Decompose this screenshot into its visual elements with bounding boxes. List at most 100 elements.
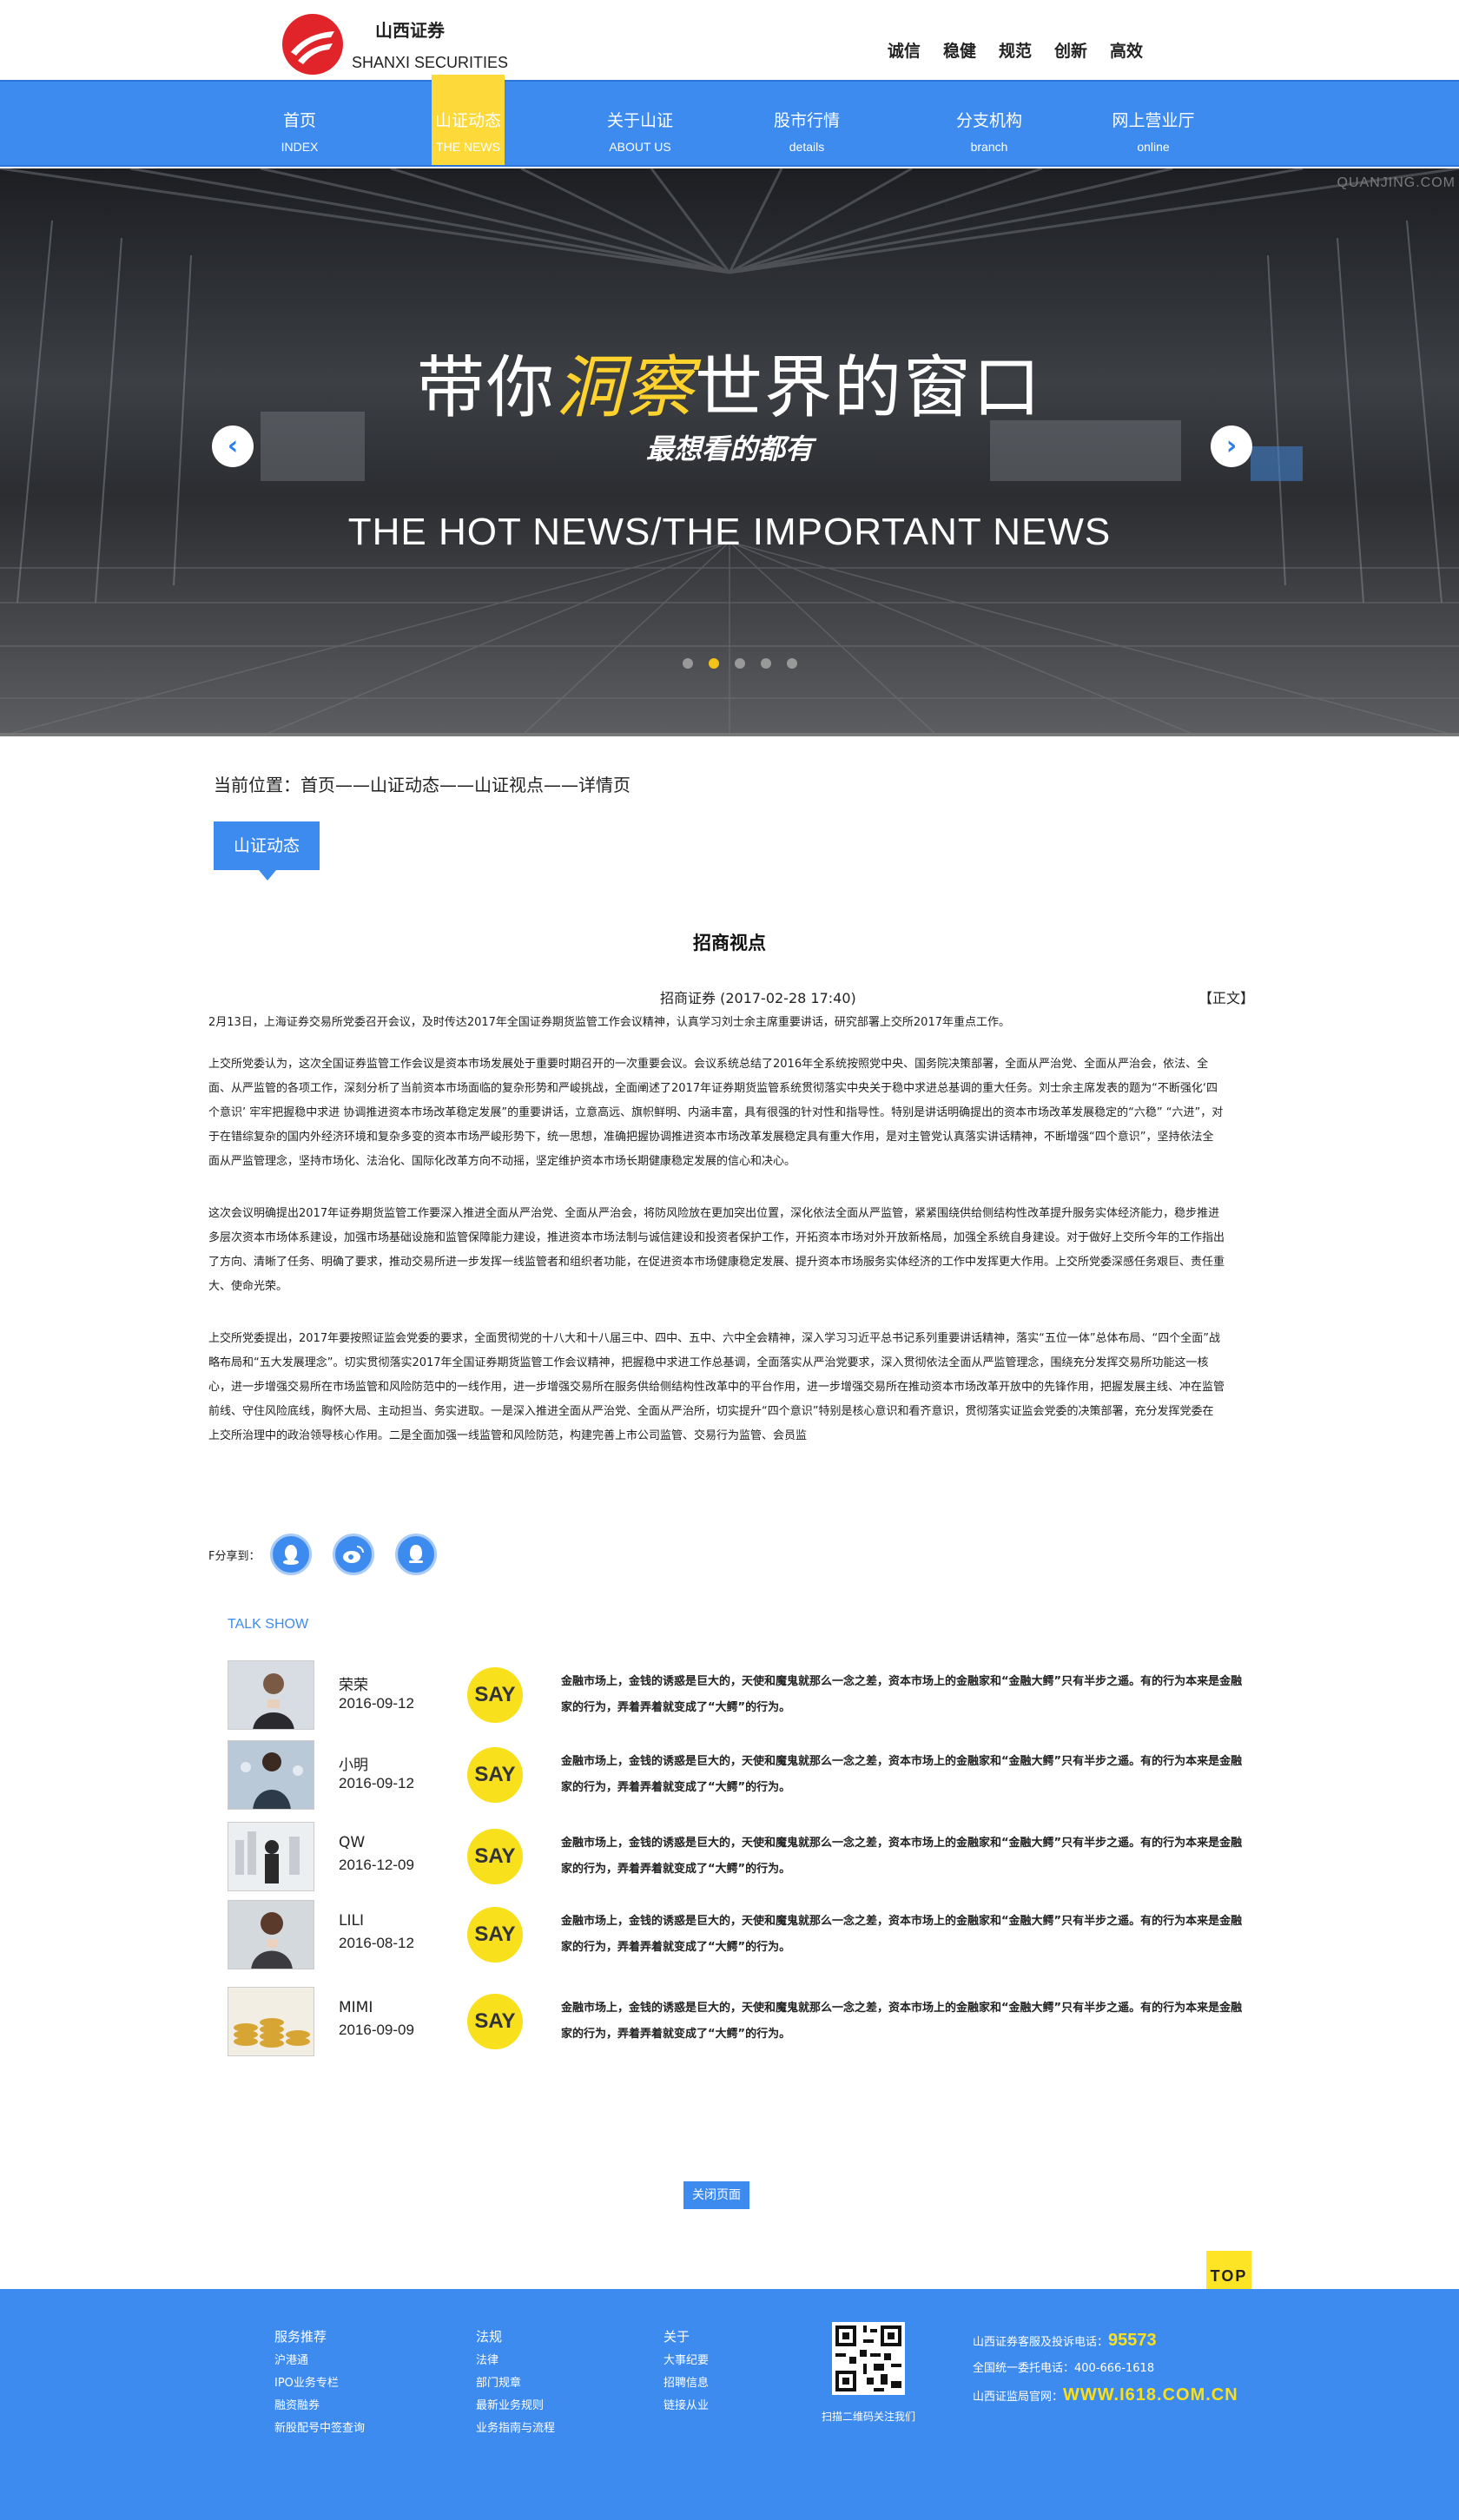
nav-item-index[interactable]: 首页 INDEX (263, 82, 336, 165)
logo-mark-icon (282, 14, 343, 75)
breadcrumb[interactable]: 当前位置：首页——山证动态——山证视点——详情页 (214, 771, 630, 796)
slogan: 规范 (998, 42, 1032, 61)
nav-item-news[interactable]: 山证动态 THE NEWS (432, 75, 505, 165)
share-bar: F分享到： (208, 1534, 458, 1575)
slogan: 稳健 (942, 42, 976, 61)
article-paragraph: 这次会议明确提出2017年证券期货监管工作要深入推进全面从严治党、全面从严治会，… (208, 1207, 1225, 1293)
banner-dot-active[interactable] (709, 658, 719, 669)
footer-col-about: 关于 大事纪要 招聘信息 链接从业 (663, 2324, 709, 2418)
talk-text: 金融市场上，金钱的诱惑是巨大的，天使和魔鬼就那么一念之差，资本市场上的金融家和“… (561, 1755, 1243, 1794)
nav-label-cn: 股市行情 (773, 111, 840, 130)
footer-link[interactable]: 融资融券 (274, 2395, 365, 2418)
avatar (228, 1822, 314, 1891)
section-tab-news[interactable]: 山证动态 (214, 821, 320, 881)
talk-name: 小明 (339, 1757, 368, 1774)
footer-link[interactable]: 最新业务规则 (476, 2395, 555, 2418)
talk-date: 2016-09-12 (339, 1775, 414, 1791)
talk-item: MIMI 2016-09-09 SAY 金融市场上，金钱的诱惑是巨大的，天使和魔… (228, 1987, 1252, 2056)
footer-col-regulations: 法规 法律 部门规章 最新业务规则 业务指南与流程 (476, 2324, 555, 2440)
footer-link[interactable]: 新股配号中签查询 (274, 2418, 365, 2440)
footer-link[interactable]: 法律 (476, 2350, 555, 2372)
say-badge: SAY (467, 1667, 523, 1723)
article-body: 2月13日，上海证券交易所党委召开会议，及时传达2017年全国证券期货监管工作会… (208, 1011, 1225, 1476)
banner-pagination (683, 658, 797, 669)
talk-name: QW (339, 1834, 366, 1851)
logo[interactable]: 山西证券 SHANXI SECURITIES (282, 14, 508, 75)
talk-name: LILI (339, 1912, 364, 1930)
article-paragraph: 上交所党委提出，2017年要按照证监会党委的要求，全面贯彻党的十八大和十八届三中… (208, 1332, 1225, 1442)
slogan: 创新 (1053, 42, 1087, 61)
talk-text: 金融市场上，金钱的诱惑是巨大的，天使和魔鬼就那么一念之差，资本市场上的金融家和“… (561, 1915, 1243, 1954)
nav-item-about[interactable]: 关于山证 ABOUT US (604, 82, 677, 165)
footer-link[interactable]: 招聘信息 (663, 2372, 709, 2395)
slogan: 高效 (1109, 42, 1143, 61)
talk-name: 荣荣 (339, 1677, 368, 1694)
talk-item: 小明 2016-09-12 SAY 金融市场上，金钱的诱惑是巨大的，天使和魔鬼就… (228, 1740, 1252, 1810)
nav-label-cn: 分支机构 (955, 111, 1022, 130)
avatar (228, 1660, 314, 1730)
back-to-top-button[interactable]: TOP (1206, 2251, 1251, 2289)
share-label: F分享到： (208, 1549, 261, 1563)
footer-link[interactable]: 部门规章 (476, 2372, 555, 2395)
weibo-icon[interactable] (333, 1534, 375, 1575)
site-link[interactable]: WWW.I618.COM.CN (1063, 2385, 1238, 2405)
brand-name-en: SHANXI SECURITIES (352, 54, 509, 71)
banner-title-highlight: 洞察 (555, 349, 695, 427)
nav-item-online[interactable]: 网上营业厅 online (1110, 82, 1197, 165)
talk-item: QW 2016-12-09 SAY 金融市场上，金钱的诱惑是巨大的，天使和魔鬼就… (228, 1822, 1252, 1891)
avatar (228, 1740, 314, 1810)
footer-link[interactable]: IPO业务专栏 (274, 2372, 365, 2395)
talk-item: LILI 2016-08-12 SAY 金融市场上，金钱的诱惑是巨大的，天使和魔… (228, 1900, 1252, 1969)
nav-label-cn: 网上营业厅 (1112, 111, 1195, 130)
nav-label-cn: 山证动态 (434, 111, 501, 130)
banner-title: 带你洞察世界的窗口 (0, 333, 1459, 431)
avatar (228, 1900, 314, 1969)
chevron-right-icon: › (1225, 431, 1238, 461)
banner-watermark: QUANJING.COM (1337, 175, 1456, 190)
nav-item-market[interactable]: 股市行情 details (770, 82, 843, 165)
footer-link[interactable]: 业务指南与流程 (476, 2418, 555, 2440)
footer-contact: 山西证券客服及投诉电话：95573 全国统一委托电话：400-666-1618 … (973, 2327, 1238, 2411)
slogan: 诚信 (887, 42, 921, 61)
footer-col-heading: 服务推荐 (274, 2329, 327, 2345)
article-meta: 招商证券 (2017-02-28 17:40) (660, 990, 856, 1006)
banner-dot[interactable] (761, 658, 771, 669)
say-badge: SAY (467, 1994, 523, 2049)
article-tag: 【正文】 (1198, 990, 1255, 1006)
banner-dot[interactable] (735, 658, 745, 669)
talk-date: 2016-09-12 (339, 1695, 414, 1712)
close-page-button[interactable]: 关闭页面 (683, 2181, 749, 2209)
hotline-label: 山西证券客服及投诉电话： (973, 2336, 1109, 2349)
nav-item-branch[interactable]: 分支机构 branch (953, 82, 1026, 165)
banner-prev-button[interactable]: ‹ (212, 425, 254, 467)
banner-dot[interactable] (683, 658, 693, 669)
talk-text: 金融市场上，金钱的诱惑是巨大的，天使和魔鬼就那么一念之差，资本市场上的金融家和“… (561, 1675, 1243, 1714)
banner-dot[interactable] (787, 658, 797, 669)
chevron-left-icon: ‹ (227, 431, 239, 461)
say-badge: SAY (467, 1829, 523, 1884)
article-paragraph: 2月13日，上海证券交易所党委召开会议，及时传达2017年全国证券期货监管工作会… (208, 1016, 1010, 1029)
say-badge: SAY (467, 1747, 523, 1803)
footer-col-services: 服务推荐 沪港通 IPO业务专栏 融资融券 新股配号中签查询 (274, 2324, 365, 2440)
talk-name: MIMI (339, 1999, 373, 2016)
talk-item: 荣荣 2016-09-12 SAY 金融市场上，金钱的诱惑是巨大的，天使和魔鬼就… (228, 1660, 1252, 1730)
nav-label-en: online (1137, 140, 1170, 154)
qq-icon[interactable] (270, 1534, 313, 1575)
qzone-icon[interactable] (395, 1534, 438, 1575)
talk-date: 2016-12-09 (339, 1857, 414, 1873)
main-nav: 首页 INDEX 山证动态 THE NEWS 关于山证 ABOUT US 股市行… (0, 75, 1459, 167)
banner-next-button[interactable]: › (1211, 425, 1252, 467)
national-hotline: 全国统一委托电话：400-666-1618 (973, 2362, 1155, 2375)
footer-link[interactable]: 沪港通 (274, 2350, 365, 2372)
say-badge: SAY (467, 1907, 523, 1963)
article-title: 招商视点 (693, 933, 766, 953)
nav-label-en: details (789, 140, 825, 154)
banner-title-post: 世界的窗口 (695, 349, 1043, 427)
header: 山西证券 SHANXI SECURITIES 诚信 稳健 规范 创新 高效 (0, 0, 1459, 80)
talk-date: 2016-09-09 (339, 2022, 414, 2038)
article-paragraph: 上交所党委认为，这次全国证券监管工作会议是资本市场发展处于重要时期召开的一次重要… (208, 1058, 1224, 1168)
footer-link[interactable]: 大事纪要 (663, 2350, 709, 2372)
nav-label-cn: 首页 (282, 111, 316, 130)
footer-link[interactable]: 链接从业 (663, 2395, 709, 2418)
avatar (228, 1987, 314, 2056)
